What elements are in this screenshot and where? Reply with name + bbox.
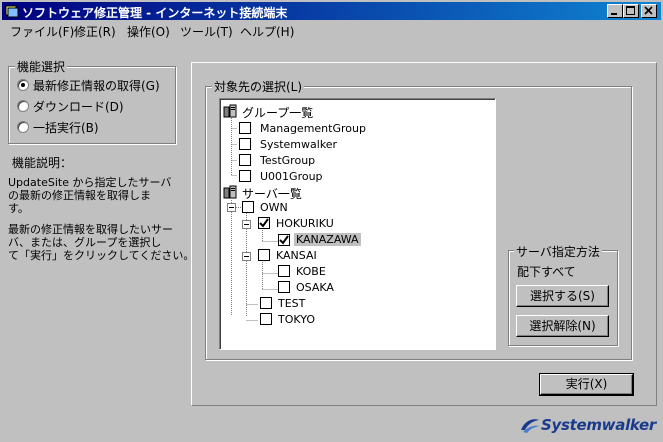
menu-tools[interactable]: ツール(T) [180, 23, 233, 40]
check-icon [279, 235, 289, 245]
check-icon [259, 218, 269, 228]
server-label-selected[interactable]: KANAZAWA [294, 233, 361, 246]
execute-button[interactable]: 実行(X) [539, 373, 634, 396]
menu-file[interactable]: ファイル(F) [10, 23, 74, 40]
radio-get-latest-label[interactable]: 最新修正情報の取得(G) [33, 77, 160, 94]
execute-button-label: 実行(X) [565, 377, 608, 391]
window-title: ソフトウェア修正管理 - インターネット接続端末 [22, 6, 288, 20]
minimize-button[interactable] [607, 4, 623, 18]
checkbox-server-kanazawa[interactable] [278, 234, 290, 246]
minimize-icon [611, 13, 617, 15]
group-root-label[interactable]: グループ一覧 [242, 104, 313, 121]
collapse-own-icon[interactable] [227, 203, 236, 212]
server-spec-mode: 配下すべて [517, 265, 576, 279]
server-label[interactable]: OSAKA [296, 281, 334, 294]
select-button[interactable]: 選択する(S) [516, 285, 609, 307]
radio-batch-label[interactable]: 一括実行(B) [33, 119, 99, 136]
description-line: UpdateSite から指定したサーバ [8, 176, 172, 189]
description-line: す。 [8, 202, 29, 215]
server-spec-title: サーバ指定方法 [514, 243, 602, 260]
server-label[interactable]: TOKYO [278, 313, 315, 326]
menu-help[interactable]: ヘルプ(H) [240, 23, 294, 40]
function-select-title: 機能選択 [15, 58, 68, 75]
server-root-label[interactable]: サーバ一覧 [242, 185, 302, 202]
group-label[interactable]: Systemwalker [260, 138, 337, 151]
server-list-icon [223, 185, 237, 199]
maximize-icon [626, 6, 635, 15]
group-label[interactable]: ManagementGroup [260, 122, 366, 135]
maximize-button[interactable] [623, 4, 639, 18]
group-label[interactable]: U001Group [260, 170, 323, 183]
checkbox-server-osaka[interactable] [278, 281, 290, 293]
server-label[interactable]: KANSAI [276, 249, 317, 262]
systemwalker-mark-icon [521, 419, 540, 433]
close-button[interactable] [641, 4, 657, 18]
checkbox-group-testgroup[interactable] [239, 154, 251, 166]
checkbox-server-kobe[interactable] [278, 265, 290, 277]
server-label[interactable]: OWN [260, 201, 288, 214]
logo-text: Systemwalker [541, 416, 657, 434]
server-label[interactable]: KOBE [296, 265, 326, 278]
checkbox-server-kansai[interactable] [258, 249, 270, 261]
group-label[interactable]: TestGroup [260, 154, 315, 167]
menu-fix[interactable]: 修正(R) [74, 23, 116, 40]
description-line: バ、または、グループを選択し [8, 236, 162, 249]
title-bar[interactable]: ソフトウェア修正管理 - インターネット接続端末 [2, 2, 661, 20]
checkbox-server-own[interactable] [242, 201, 254, 213]
server-label[interactable]: HOKURIKU [276, 217, 334, 230]
app-window: ソフトウェア修正管理 - インターネット接続端末 ファイル(F) 修正(R) 操… [0, 0, 663, 442]
menu-bar: ファイル(F) 修正(R) 操作(O) ツール(T) ヘルプ(H) [2, 21, 661, 39]
target-tree[interactable]: グループ一覧 ManagementGroup Systemwalker Test… [219, 98, 496, 350]
checkbox-group-managementgroup[interactable] [239, 122, 251, 134]
radio-batch[interactable] [17, 121, 29, 133]
checkbox-server-test[interactable] [260, 297, 272, 309]
server-group-icon [223, 104, 237, 118]
collapse-kansai-icon[interactable] [242, 252, 251, 261]
description-line: て「実行」をクリックしてください。 [8, 249, 195, 262]
checkbox-server-tokyo[interactable] [260, 313, 272, 325]
select-button-label: 選択する(S) [530, 289, 595, 303]
systemwalker-logo: Systemwalker [519, 414, 656, 438]
menu-action[interactable]: 操作(O) [127, 23, 170, 40]
server-label[interactable]: TEST [278, 297, 305, 310]
description-line: 最新の修正情報を取得したいサー [8, 223, 173, 236]
radio-download[interactable] [17, 100, 29, 112]
collapse-hokuriku-icon[interactable] [242, 220, 251, 229]
deselect-button[interactable]: 選択解除(N) [516, 315, 609, 337]
deselect-button-label: 選択解除(N) [529, 319, 596, 333]
target-select-title: 対象先の選択(L) [212, 78, 305, 95]
checkbox-server-hokuriku[interactable] [258, 217, 270, 229]
description-title: 機能説明： [12, 156, 73, 170]
app-icon [5, 5, 19, 18]
description-line: の最新の修正情報を取得しま [8, 189, 151, 202]
radio-get-latest[interactable] [17, 79, 29, 91]
checkbox-group-systemwalker[interactable] [239, 138, 251, 150]
close-icon [644, 6, 653, 15]
checkbox-group-u001group[interactable] [239, 170, 251, 182]
radio-download-label[interactable]: ダウンロード(D) [33, 98, 124, 115]
